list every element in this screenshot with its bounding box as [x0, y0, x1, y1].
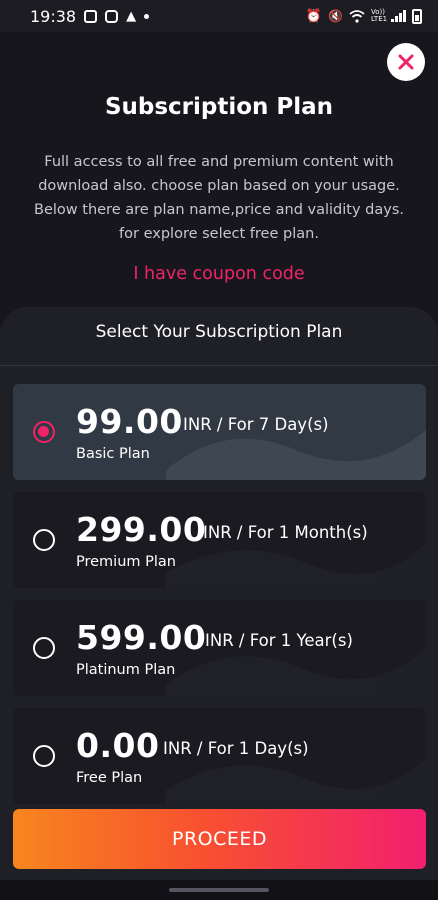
panel-divider: [0, 365, 438, 366]
plan-radio-premium[interactable]: [33, 529, 55, 551]
alarm-icon: ⏰: [305, 8, 323, 24]
battery-icon: [412, 8, 422, 24]
status-right: ⏰ 🔇 Vo)) LTE1: [305, 8, 422, 24]
home-handle[interactable]: [169, 888, 269, 892]
coupon-code-link[interactable]: I have coupon code: [0, 264, 438, 284]
plan-name: Premium Plan: [76, 554, 176, 570]
status-bar: 19:38 ▲ ⏰ 🔇 Vo)) LTE1: [0, 0, 438, 32]
plan-name: Free Plan: [76, 770, 143, 786]
plan-card-free[interactable]: 0.00 INR / For 1 Day(s) Free Plan: [13, 708, 426, 804]
wifi-icon: [349, 9, 365, 23]
notification-icon: ▲: [126, 8, 137, 24]
plan-price: 99.00: [76, 402, 183, 441]
plan-price: 0.00: [76, 726, 160, 765]
plan-price: 299.00: [76, 510, 207, 549]
instagram-icon: [105, 9, 119, 23]
plan-radio-free[interactable]: [33, 745, 55, 767]
plan-card-platinum[interactable]: 599.00 INR / For 1 Year(s) Platinum Plan: [13, 600, 426, 696]
plan-price: 599.00: [76, 618, 207, 657]
close-button[interactable]: [387, 43, 425, 81]
dot-icon: [144, 13, 150, 19]
dialog-title: Subscription Plan: [104, 94, 334, 120]
plan-name: Basic Plan: [76, 446, 150, 462]
status-time: 19:38: [30, 6, 77, 26]
plans-panel-title: Select Your Subscription Plan: [95, 322, 343, 342]
close-icon: [398, 54, 414, 70]
plan-period: INR / For 7 Day(s): [183, 415, 329, 434]
plan-name: Platinum Plan: [76, 662, 176, 678]
proceed-button[interactable]: PROCEED: [13, 809, 426, 869]
image-icon: [84, 9, 98, 23]
plan-radio-platinum[interactable]: [33, 637, 55, 659]
plan-card-basic[interactable]: 99.00 INR / For 7 Day(s) Basic Plan: [13, 384, 426, 480]
plan-period: INR / For 1 Day(s): [163, 739, 309, 758]
plan-radio-basic[interactable]: [33, 421, 55, 443]
volte-icon: Vo)) LTE1: [371, 8, 388, 23]
status-left: 19:38 ▲: [30, 6, 150, 26]
plan-period: INR / For 1 Year(s): [205, 631, 353, 650]
plan-period: INR / For 1 Month(s): [203, 523, 368, 542]
mute-icon: 🔇: [328, 9, 343, 23]
dialog-description: Full access to all free and premium cont…: [34, 154, 404, 242]
plan-card-premium[interactable]: 299.00 INR / For 1 Month(s) Premium Plan: [13, 492, 426, 588]
signal-icon: [391, 10, 406, 22]
